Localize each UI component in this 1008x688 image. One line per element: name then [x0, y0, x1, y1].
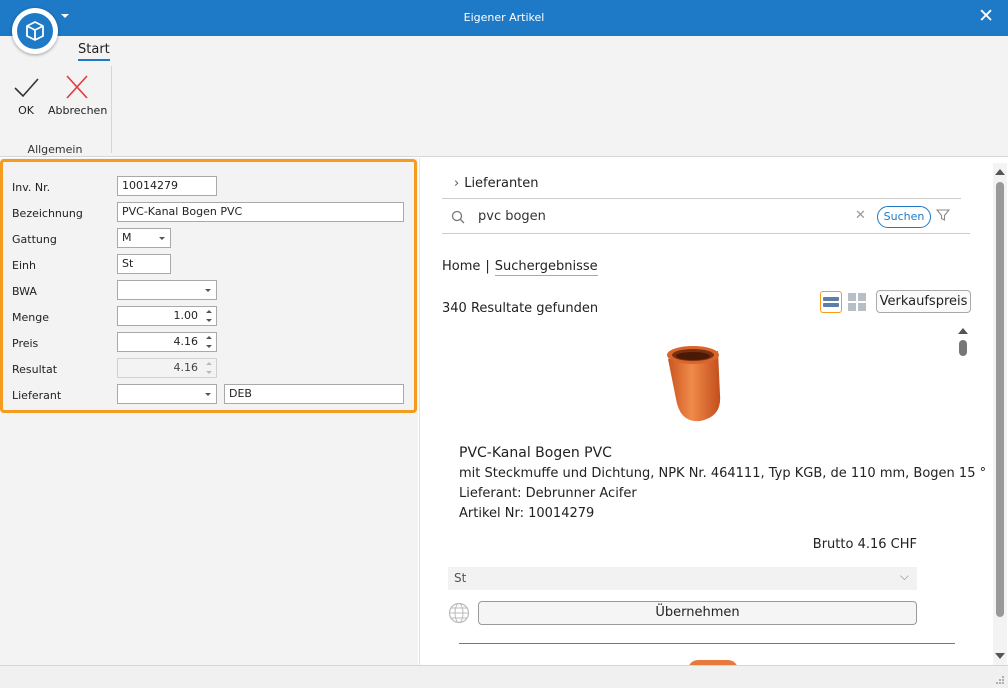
ribbon-group-separator — [111, 66, 112, 153]
pane-scrollbar[interactable] — [993, 163, 1007, 665]
spinner-icon[interactable] — [205, 309, 213, 323]
cancel-button[interactable]: Abbrechen — [48, 74, 108, 117]
chevron-right-icon: › — [454, 176, 460, 191]
lieferanten-expander[interactable]: › Lieferanten — [454, 176, 539, 191]
breadcrumb-current[interactable]: Suchergebnisse — [494, 259, 598, 276]
menge-stepper[interactable]: 1.00 — [117, 306, 217, 326]
preis-value: 4.16 — [173, 335, 199, 348]
list-view-icon[interactable] — [820, 291, 842, 313]
einh-field[interactable]: St — [117, 254, 171, 274]
preis-label: Preis — [12, 337, 39, 350]
filter-icon[interactable] — [935, 208, 951, 225]
spinner-icon — [205, 361, 213, 375]
search-input[interactable]: pvc bogen — [478, 209, 546, 224]
ok-label: OK — [18, 104, 34, 117]
inv-nr-label: Inv. Nr. — [12, 181, 51, 194]
scroll-down-icon[interactable] — [995, 653, 1005, 659]
preis-stepper[interactable]: 4.16 — [117, 332, 217, 352]
ribbon-group-label: Allgemein — [27, 143, 83, 156]
lieferant-label: Lieferant — [12, 389, 62, 402]
resize-grip-icon[interactable] — [995, 675, 1005, 685]
ok-check-icon — [10, 74, 42, 104]
resultat-value: 4.16 — [173, 361, 199, 374]
scroll-thumb[interactable] — [996, 182, 1004, 617]
result-separator — [459, 643, 955, 644]
window-title: Eigener Artikel — [463, 11, 545, 24]
left-pane: Inv. Nr. 10014279 Bezeichnung PVC-Kanal … — [0, 158, 418, 665]
title-bar: Eigener Artikel ✕ — [0, 0, 1008, 36]
gattung-label: Gattung — [12, 233, 57, 246]
product-price: Brutto 4.16 CHF — [812, 537, 917, 552]
unit-select[interactable]: St ⌵ — [448, 567, 917, 590]
lieferant-code-field[interactable]: DEB — [224, 384, 404, 404]
ribbon: Start OK Abbrechen Allgemein — [0, 36, 1008, 157]
globe-icon[interactable] — [448, 602, 470, 627]
inv-nr-field[interactable]: 10014279 — [117, 176, 217, 196]
spinner-icon[interactable] — [205, 335, 213, 349]
product-article-number: Artikel Nr: 10014279 — [459, 506, 595, 521]
resultat-stepper: 4.16 — [117, 358, 217, 378]
price-mode-button[interactable]: Verkaufspreis — [876, 290, 971, 313]
article-form: Inv. Nr. 10014279 Bezeichnung PVC-Kanal … — [0, 159, 417, 413]
unit-value: St — [454, 571, 467, 585]
bezeichnung-field[interactable]: PVC-Kanal Bogen PVC — [117, 202, 404, 222]
divider — [442, 198, 961, 199]
gattung-select[interactable]: M — [117, 228, 171, 248]
grid-view-icon[interactable] — [847, 292, 867, 312]
scroll-up-icon[interactable] — [995, 169, 1005, 175]
results-scrollbar[interactable] — [956, 324, 970, 665]
resultat-label: Resultat — [12, 363, 58, 376]
product-supplier: Lieferant: Debrunner Acifer — [459, 486, 637, 501]
cancel-label: Abbrechen — [48, 104, 108, 117]
menge-label: Menge — [12, 311, 49, 324]
lieferanten-label: Lieferanten — [464, 176, 539, 191]
product-description: mit Steckmuffe und Dichtung, NPK Nr. 464… — [459, 466, 987, 481]
catalog-search-bar: pvc bogen ✕ Suchen — [442, 202, 970, 234]
scroll-thumb[interactable] — [959, 340, 967, 356]
bezeichnung-label: Bezeichnung — [12, 207, 83, 220]
einh-label: Einh — [12, 259, 36, 272]
gattung-value: M — [122, 231, 132, 244]
scroll-up-icon[interactable] — [958, 328, 968, 334]
product-title[interactable]: PVC-Kanal Bogen PVC — [459, 445, 612, 461]
chevron-down-icon: ⌵ — [899, 569, 909, 583]
close-icon[interactable]: ✕ — [978, 7, 994, 26]
chevron-down-icon — [159, 237, 165, 240]
bwa-select[interactable] — [117, 280, 217, 300]
tab-start[interactable]: Start — [78, 42, 110, 61]
search-button[interactable]: Suchen — [877, 206, 931, 228]
app-logo-icon[interactable] — [12, 8, 58, 54]
chevron-down-icon — [205, 289, 211, 292]
take-over-button[interactable]: Übernehmen — [478, 601, 917, 625]
status-bar — [0, 665, 1008, 688]
product-image — [658, 337, 728, 428]
bwa-label: BWA — [12, 285, 37, 298]
search-icon — [451, 210, 465, 227]
clear-icon[interactable]: ✕ — [855, 208, 866, 223]
menge-value: 1.00 — [173, 309, 199, 322]
breadcrumb: Home | Suchergebnisse — [442, 259, 598, 276]
chevron-down-icon — [205, 393, 211, 396]
ok-button[interactable]: OK — [10, 74, 42, 117]
lieferant-select[interactable] — [117, 384, 217, 404]
catalog-pane: › Lieferanten pvc bogen ✕ Suchen Home | Suc… — [419, 158, 1008, 665]
cancel-x-icon — [48, 74, 106, 104]
breadcrumb-separator: | — [485, 259, 490, 274]
result-count: 340 Resultate gefunden — [442, 301, 599, 316]
breadcrumb-home[interactable]: Home — [442, 259, 480, 274]
